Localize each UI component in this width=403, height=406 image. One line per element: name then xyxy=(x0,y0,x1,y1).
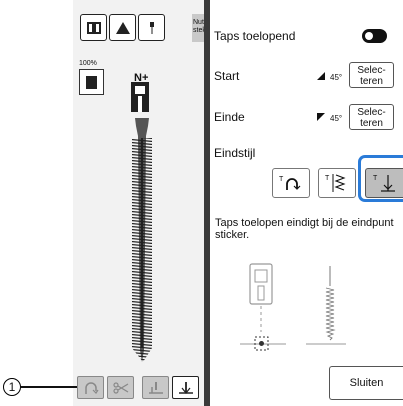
end-label: Einde xyxy=(214,110,245,124)
stop-marker-icon xyxy=(148,381,163,394)
arc-icon xyxy=(84,381,98,394)
toggle-knob xyxy=(365,32,373,40)
triangle-icon xyxy=(115,21,130,34)
presser-foot-illustration xyxy=(240,263,286,351)
callout-marker: 1 xyxy=(3,378,21,396)
selected-option-highlight xyxy=(358,155,403,202)
presser-foot-icon xyxy=(131,82,149,112)
book-icon xyxy=(86,21,101,34)
scissors-icon xyxy=(112,381,128,394)
end-angle-icon xyxy=(317,113,325,121)
end-style-count-button[interactable]: T xyxy=(318,168,356,198)
stitch-pattern-preview xyxy=(132,118,152,362)
tapering-toggle-button[interactable] xyxy=(77,376,104,399)
tapering-label: Taps toelopend xyxy=(214,29,296,43)
end-style-angle-button[interactable]: T xyxy=(272,168,310,198)
thread-color-box[interactable] xyxy=(79,69,104,95)
end-style-label: Eindstijl xyxy=(214,146,256,160)
callout-leader-line xyxy=(21,386,77,388)
start-select-button[interactable]: Selec- teren xyxy=(349,62,394,88)
end-point-sticker-button[interactable] xyxy=(172,376,199,399)
end-marker-icon xyxy=(178,381,193,394)
tapered-stitch-illustration xyxy=(306,266,346,345)
start-angle-icon xyxy=(317,72,325,80)
thread-spool-icon xyxy=(86,75,97,89)
zigzag-end-icon: T xyxy=(325,174,346,192)
pin-icon xyxy=(149,21,154,34)
tapering-toggle-switch[interactable] xyxy=(362,29,387,43)
zoom-level: 100% xyxy=(79,60,97,67)
start-label: Start xyxy=(214,69,240,83)
tapering-description: Taps toelopen eindigt bij de eindpunt st… xyxy=(215,217,394,241)
pin-button[interactable] xyxy=(138,14,165,41)
start-angle-value: 45° xyxy=(330,73,343,82)
pattern-display-button[interactable] xyxy=(80,14,107,41)
end-angle-value: 45° xyxy=(330,114,343,123)
cut-button[interactable] xyxy=(107,376,134,399)
svg-text:T: T xyxy=(325,175,330,182)
end-select-button[interactable]: Selec- teren xyxy=(349,104,394,130)
tapering-illustration xyxy=(240,263,346,351)
stop-point-button[interactable] xyxy=(142,376,169,399)
shape-button[interactable] xyxy=(109,14,136,41)
svg-text:T: T xyxy=(279,176,284,183)
close-button[interactable]: Sluiten xyxy=(329,366,403,400)
arc-end-icon: T xyxy=(279,176,301,190)
